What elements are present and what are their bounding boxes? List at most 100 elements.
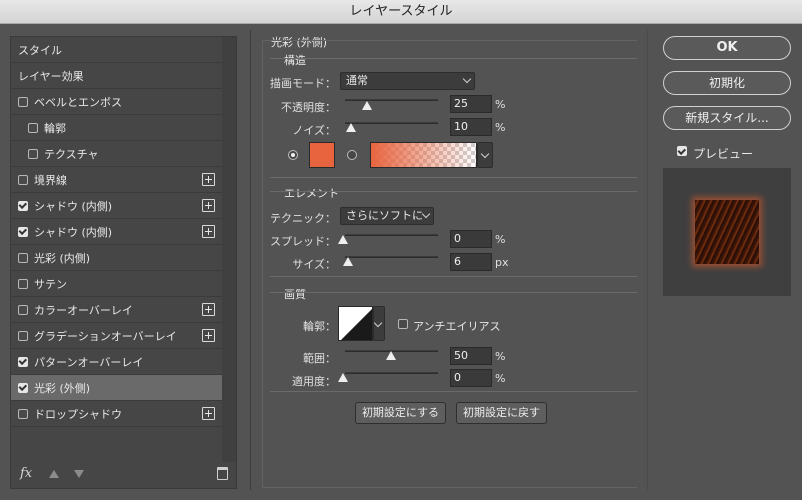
style-list-item[interactable]: レイヤー効果 (11, 63, 223, 89)
style-checkbox[interactable] (18, 330, 28, 341)
technique-select[interactable]: さらにソフトに (340, 207, 434, 225)
contour-preview[interactable] (338, 306, 373, 341)
move-up-icon[interactable] (49, 470, 59, 478)
style-list-item[interactable]: 境界線 (11, 167, 223, 193)
style-list-item[interactable]: シャドウ (内側) (11, 219, 223, 245)
gradient-radio[interactable] (347, 150, 357, 160)
noise-slider[interactable] (345, 122, 438, 124)
style-list-item[interactable]: スタイル (11, 37, 223, 63)
gradient-dropdown[interactable] (477, 142, 493, 168)
add-effect-icon[interactable] (202, 225, 215, 238)
spread-slider-thumb[interactable] (338, 235, 348, 244)
style-list-item-label: スタイル (18, 43, 62, 57)
add-effect-icon[interactable] (202, 303, 215, 316)
style-list-item-label: 輪郭 (44, 121, 66, 135)
jitter-input[interactable]: 0 (450, 369, 492, 387)
style-list-scrollbar[interactable] (222, 37, 236, 462)
panel-divider-right (647, 30, 648, 490)
size-slider[interactable] (345, 256, 438, 258)
add-effect-icon[interactable] (202, 199, 215, 212)
style-checkbox[interactable] (18, 174, 28, 185)
opacity-label: 不透明度： (281, 101, 336, 114)
add-effect-icon[interactable] (202, 173, 215, 186)
move-down-icon[interactable] (74, 470, 84, 478)
preview-checkbox[interactable] (677, 146, 687, 156)
style-checkbox[interactable] (28, 148, 38, 159)
style-list-item[interactable]: シャドウ (内側) (11, 193, 223, 219)
style-list-item[interactable]: 光彩 (内側) (11, 245, 223, 271)
style-list-item[interactable]: グラデーションオーバーレイ (11, 323, 223, 349)
style-list-item[interactable]: ドロップシャドウ (11, 401, 223, 427)
style-checkbox[interactable] (18, 408, 28, 419)
opacity-slider-thumb[interactable] (362, 101, 372, 110)
style-list-item[interactable]: カラーオーバーレイ (11, 297, 223, 323)
add-effect-icon[interactable] (202, 329, 215, 342)
new-style-button[interactable]: 新規スタイル... (663, 106, 791, 130)
style-list-item[interactable]: ベベルとエンボス (11, 89, 223, 115)
style-checkbox[interactable] (18, 200, 28, 211)
style-list-item-label: レイヤー効果 (18, 69, 84, 83)
size-slider-thumb[interactable] (343, 257, 353, 266)
preview-thumbnail (695, 200, 759, 264)
style-list-item[interactable]: 輪郭 (11, 115, 223, 141)
fx-icon[interactable]: fx (20, 466, 32, 481)
style-list-item-label: ドロップシャドウ (34, 407, 122, 421)
range-label: 範囲： (303, 352, 336, 365)
spread-slider[interactable] (345, 234, 438, 236)
noise-slider-thumb[interactable] (346, 123, 356, 132)
antialias-checkbox[interactable] (398, 319, 408, 329)
trash-icon[interactable] (217, 467, 228, 480)
chevron-down-icon (373, 318, 383, 328)
spread-label: スプレッド： (270, 235, 336, 248)
panel-divider (250, 30, 251, 490)
glow-color-swatch[interactable] (309, 142, 335, 168)
contour-dropdown[interactable] (373, 306, 385, 341)
ok-button[interactable]: OK (663, 36, 791, 60)
noise-input[interactable]: 10 (450, 118, 492, 136)
reset-button[interactable]: 初期化 (663, 71, 791, 95)
style-checkbox[interactable] (18, 382, 28, 393)
style-list-item-label: 光彩 (内側) (34, 251, 91, 265)
range-slider-thumb[interactable] (386, 351, 396, 360)
solid-color-radio[interactable] (288, 150, 298, 160)
size-input[interactable]: 6 (450, 253, 492, 271)
style-list-panel: スタイルレイヤー効果ベベルとエンボス輪郭テクスチャ 境界線シャドウ (内側) シャド… (10, 36, 237, 489)
range-unit: % (495, 350, 506, 363)
chevron-down-icon (462, 74, 472, 84)
opacity-slider[interactable] (345, 99, 438, 101)
style-checkbox[interactable] (18, 96, 28, 107)
style-checkbox[interactable] (28, 122, 38, 133)
style-list-item-label: ベベルとエンボス (34, 95, 122, 109)
blend-mode-select[interactable]: 通常 (340, 72, 475, 90)
noise-unit: % (495, 121, 506, 134)
range-input[interactable]: 50 (450, 347, 492, 365)
chevron-down-icon (480, 149, 490, 159)
style-checkbox[interactable] (18, 356, 28, 367)
style-checkbox[interactable] (18, 304, 28, 315)
reset-default-button[interactable]: 初期設定に戻す (456, 402, 547, 424)
style-list-item[interactable]: テクスチャ (11, 141, 223, 167)
gradient-swatch[interactable] (370, 142, 477, 168)
add-effect-icon[interactable] (202, 407, 215, 420)
jitter-slider[interactable] (345, 372, 438, 374)
style-checkbox[interactable] (18, 278, 28, 289)
technique-value: さらにソフトに (346, 209, 423, 222)
preview-label: プレビュー (693, 147, 754, 161)
style-list-item[interactable]: 光彩 (外側) (11, 375, 223, 401)
spread-input[interactable]: 0 (450, 230, 492, 248)
contour-curve-icon (341, 309, 372, 340)
opacity-input[interactable]: 25 (450, 95, 492, 113)
jitter-slider-thumb[interactable] (338, 373, 348, 382)
size-label: サイズ： (292, 258, 336, 271)
style-list-item-label: シャドウ (内側) (34, 199, 113, 213)
make-default-button[interactable]: 初期設定にする (355, 402, 446, 424)
style-checkbox[interactable] (18, 226, 28, 237)
antialias-label: アンチエイリアス (413, 320, 501, 333)
opacity-unit: % (495, 98, 506, 111)
window-title: レイヤースタイル (0, 0, 802, 24)
noise-label: ノイズ： (292, 124, 336, 137)
style-checkbox[interactable] (18, 252, 28, 263)
style-list-item[interactable]: パターンオーバーレイ (11, 349, 223, 375)
style-list-item-label: パターンオーバーレイ (34, 355, 144, 369)
style-list-item[interactable]: サテン (11, 271, 223, 297)
